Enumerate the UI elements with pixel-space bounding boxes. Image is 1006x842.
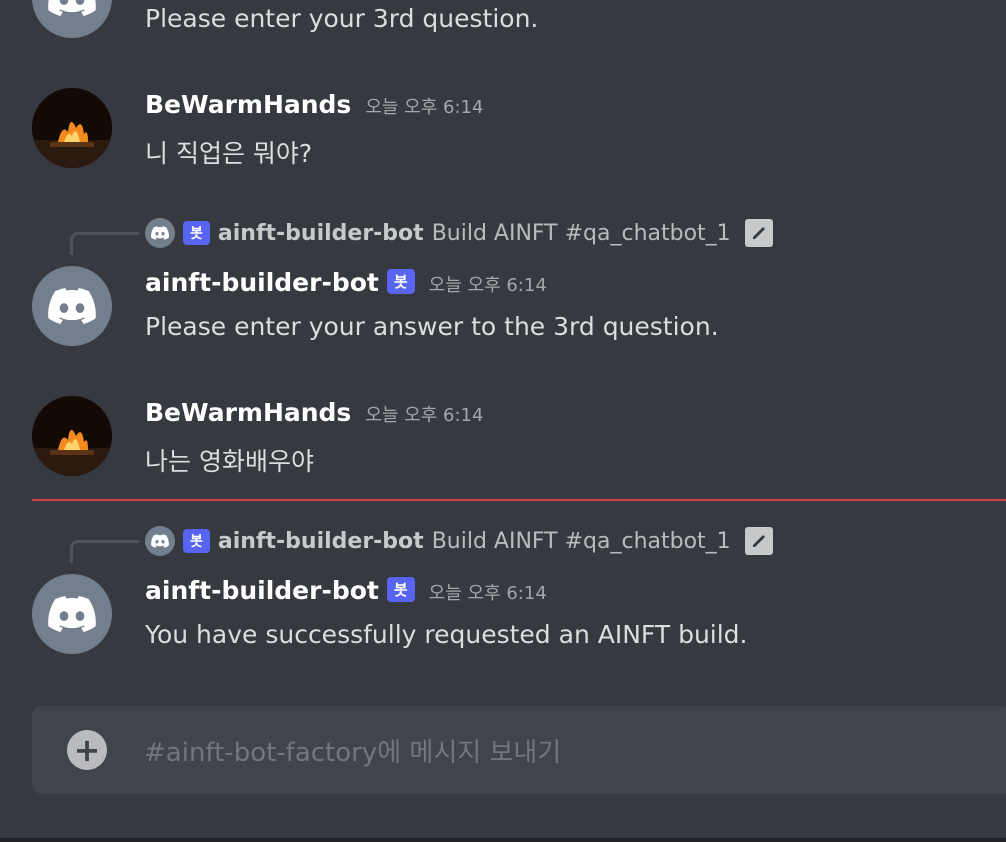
reply-text: Build AINFT #qa_chatbot_1 bbox=[431, 220, 731, 246]
message-input-placeholder[interactable]: #ainft-bot-factory에 메시지 보내기 bbox=[144, 732, 561, 769]
bot-mini-avatar bbox=[145, 526, 175, 556]
bot-avatar[interactable] bbox=[32, 266, 112, 346]
reply-reference[interactable]: 봇 ainft-builder-bot Build AINFT #qa_chat… bbox=[145, 218, 773, 248]
discord-logo-icon bbox=[151, 534, 169, 548]
add-attachment-button[interactable]: + bbox=[67, 730, 107, 770]
reply-spine bbox=[70, 540, 139, 563]
fireplace-avatar-icon bbox=[32, 396, 112, 476]
bot-avatar[interactable] bbox=[32, 574, 112, 654]
bot-tag: 봇 bbox=[386, 269, 415, 294]
user-avatar[interactable] bbox=[32, 88, 112, 168]
reply-author: ainft-builder-bot bbox=[217, 528, 424, 554]
bot-tag: 봇 bbox=[386, 577, 415, 602]
reply-author: ainft-builder-bot bbox=[217, 220, 424, 246]
slash-command-icon bbox=[744, 219, 773, 247]
reply-spine bbox=[70, 232, 139, 255]
message-composer[interactable]: + #ainft-bot-factory에 메시지 보내기 bbox=[32, 706, 1006, 794]
message-text: Please enter your answer to the 3rd ques… bbox=[145, 312, 719, 341]
message-text: You have successfully requested an AINFT… bbox=[145, 620, 748, 649]
slash-command-icon bbox=[744, 527, 773, 555]
new-messages-divider bbox=[32, 499, 1006, 501]
discord-logo-icon bbox=[48, 596, 96, 632]
user-avatar[interactable] bbox=[32, 396, 112, 476]
bot-mini-avatar bbox=[145, 218, 175, 248]
timestamp: 오늘 오후 6:14 bbox=[365, 97, 484, 118]
discord-logo-icon bbox=[151, 226, 169, 240]
timestamp: 오늘 오후 6:14 bbox=[365, 405, 484, 426]
message-text: 니 직업은 뭐야? bbox=[145, 139, 313, 168]
author-name[interactable]: BeWarmHands 오늘 오후 6:14 bbox=[145, 90, 483, 119]
bot-tag: 봇 bbox=[183, 221, 210, 245]
author-name[interactable]: BeWarmHands 오늘 오후 6:14 bbox=[145, 398, 483, 427]
bottom-edge bbox=[0, 838, 1006, 842]
reply-reference[interactable]: 봇 ainft-builder-bot Build AINFT #qa_chat… bbox=[145, 526, 773, 556]
fireplace-avatar-icon bbox=[32, 88, 112, 168]
message-text: Please enter your 3rd question. bbox=[145, 4, 539, 33]
discord-logo-icon bbox=[48, 288, 96, 324]
reply-text: Build AINFT #qa_chatbot_1 bbox=[431, 528, 731, 554]
bot-tag: 봇 bbox=[183, 529, 210, 553]
author-name[interactable]: ainft-builder-bot 봇 오늘 오후 6:14 bbox=[145, 576, 547, 605]
timestamp: 오늘 오후 6:14 bbox=[428, 275, 547, 296]
author-name[interactable]: ainft-builder-bot 봇 오늘 오후 6:14 bbox=[145, 268, 547, 297]
bot-avatar[interactable] bbox=[32, 0, 112, 38]
timestamp: 오늘 오후 6:14 bbox=[428, 583, 547, 604]
message-text: 나는 영화배우야 bbox=[145, 447, 314, 476]
discord-logo-icon bbox=[48, 0, 96, 16]
